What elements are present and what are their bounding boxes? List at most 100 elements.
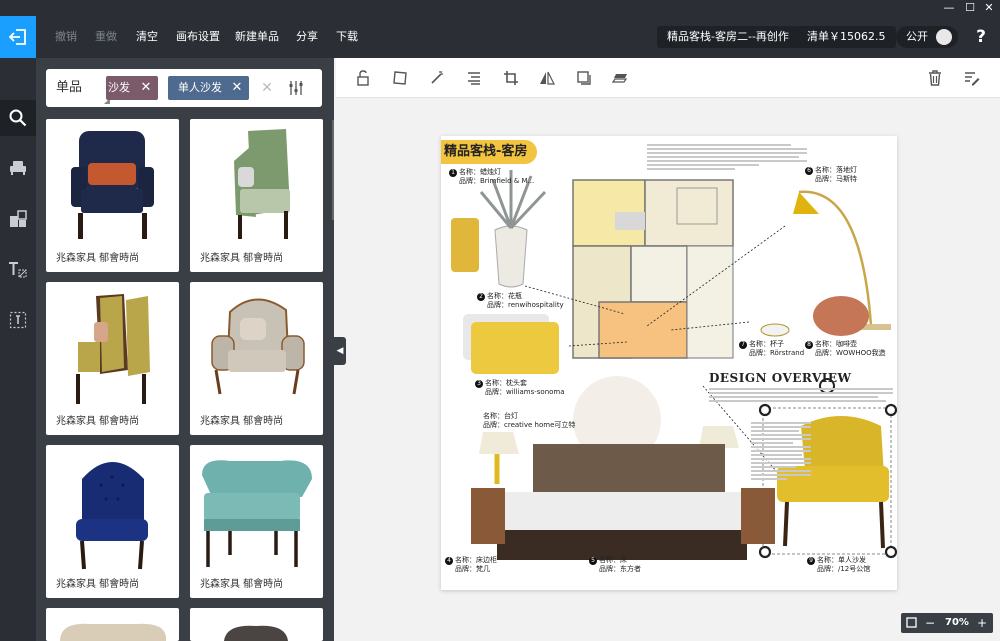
bed-headboard bbox=[533, 444, 725, 494]
zoom-level: 70% bbox=[945, 617, 969, 628]
layers-icon bbox=[612, 74, 628, 83]
product-brand: 兆森家具 郁會時尚 bbox=[200, 579, 284, 590]
sidebar-item-search[interactable] bbox=[0, 100, 36, 136]
copy-tool[interactable] bbox=[572, 66, 596, 90]
clear-button[interactable]: 清空 bbox=[136, 16, 158, 58]
material-icon bbox=[10, 210, 27, 227]
fit-screen-button[interactable] bbox=[906, 613, 918, 636]
sidebar-item-material[interactable] bbox=[0, 201, 36, 237]
nightstand-right bbox=[741, 488, 775, 544]
nightstand-left bbox=[471, 488, 505, 544]
product-card[interactable]: 兆森家具 郁會時尚 bbox=[190, 119, 323, 272]
floor-lamp bbox=[793, 192, 819, 214]
annotation-bed: 5 名称：床 品牌：东方者 bbox=[589, 556, 641, 574]
share-button[interactable]: 分享 bbox=[296, 16, 318, 58]
zoom-control: − 70% + bbox=[901, 613, 993, 633]
product-card[interactable]: 兆森家具 郁會時尚 bbox=[46, 445, 179, 598]
candle-lamp bbox=[451, 218, 479, 272]
distort-icon bbox=[393, 71, 407, 85]
close-button[interactable]: ✕ bbox=[980, 0, 998, 16]
list-total-button[interactable]: 清单￥15062.5 bbox=[797, 26, 896, 48]
annotation-kettle: 8 名称：咖啡壶 品牌：WOWHOO我造 bbox=[805, 340, 886, 358]
help-button[interactable]: ? bbox=[970, 26, 992, 48]
annotation-pillow: 3 名称：枕头套 品牌：williams-sonoma bbox=[475, 379, 565, 397]
sidebar-item-frame[interactable] bbox=[0, 302, 36, 338]
crop-tool[interactable] bbox=[499, 66, 523, 90]
armchair-thumbnail bbox=[211, 298, 305, 395]
coffee-kettle bbox=[813, 296, 869, 336]
sidebar-item-furniture[interactable] bbox=[0, 150, 36, 186]
filter-tag-single-sofa[interactable]: 单人沙发 ✕ bbox=[168, 76, 249, 100]
filter-tag-label: 沙发 bbox=[108, 81, 130, 94]
exit-button[interactable] bbox=[0, 16, 36, 58]
download-button[interactable]: 下载 bbox=[336, 16, 358, 58]
armchair-thumbnail bbox=[76, 462, 148, 570]
product-card[interactable]: 兆森家具 郁會時尚 bbox=[190, 445, 323, 598]
redo-button[interactable]: 重做 bbox=[95, 16, 117, 58]
armchair-thumbnail bbox=[76, 294, 150, 404]
design-overview-heading: DESIGN OVERVIEW bbox=[709, 371, 852, 385]
delete-tool[interactable] bbox=[923, 66, 947, 90]
public-label: 公开 bbox=[906, 30, 928, 43]
annotation-table-lamp: 名称：台灯 品牌：creative home可立特 bbox=[483, 412, 576, 429]
maximize-button[interactable]: ☐ bbox=[961, 0, 979, 16]
fit-icon bbox=[906, 617, 917, 628]
align-tool[interactable] bbox=[462, 66, 486, 90]
armchair-thumbnail bbox=[234, 129, 290, 239]
public-toggle[interactable]: 公开 bbox=[896, 26, 958, 48]
product-card[interactable] bbox=[190, 608, 323, 641]
product-brand: 兆森家具 郁會時尚 bbox=[56, 416, 140, 427]
search-icon bbox=[9, 109, 27, 127]
product-panel: 单品 沙发 ✕ 单人沙发 ✕ ✕ 兆森家具 郁會時尚 兆森家具 郁會時尚 兆森家… bbox=[36, 58, 334, 641]
filter-tag-close[interactable]: ✕ bbox=[134, 76, 158, 100]
trash-icon bbox=[929, 70, 941, 86]
clear-filters-button[interactable]: ✕ bbox=[256, 77, 278, 99]
magic-wand-icon bbox=[431, 71, 443, 84]
layer-tool[interactable] bbox=[608, 66, 632, 90]
cutout-tool[interactable] bbox=[425, 66, 449, 90]
lock-tool[interactable] bbox=[352, 66, 376, 90]
product-brand: 兆森家具 郁會時尚 bbox=[200, 416, 284, 427]
edit-list-icon bbox=[965, 72, 980, 86]
flip-tool[interactable] bbox=[535, 66, 559, 90]
armchair-icon bbox=[10, 161, 26, 175]
sidebar-item-text[interactable] bbox=[0, 252, 36, 288]
zoom-in-button[interactable]: + bbox=[977, 613, 987, 633]
armchair-thumbnail bbox=[202, 460, 312, 567]
product-brand: 兆森家具 郁會時尚 bbox=[56, 253, 140, 264]
canvas-settings-button[interactable]: 画布设置 bbox=[176, 16, 220, 58]
undo-button[interactable]: 撤销 bbox=[55, 16, 77, 58]
unlock-icon bbox=[357, 70, 369, 86]
zoom-out-button[interactable]: − bbox=[925, 613, 935, 633]
product-card[interactable]: 兆森家具 郁會時尚 bbox=[46, 119, 179, 272]
product-card[interactable]: 兆森家具 郁會時尚 bbox=[190, 282, 323, 435]
new-item-button[interactable]: 新建单品 bbox=[235, 16, 279, 58]
floor-plan bbox=[572, 179, 734, 359]
type-select[interactable]: 单品 bbox=[56, 69, 102, 107]
armchair-thumbnail bbox=[60, 623, 167, 641]
tool-sidebar bbox=[0, 58, 36, 641]
edit-list-tool[interactable] bbox=[960, 66, 984, 90]
filter-tag-close[interactable]: ✕ bbox=[225, 76, 249, 100]
annotation-armchair: 9 名称：单人沙发 品牌：/12号公馆 bbox=[807, 556, 870, 574]
design-board[interactable]: 精品客栈-客房 1 名称：蜡烛灯 品牌：Brimfield & M... 2 名… bbox=[441, 136, 897, 590]
pillow-yellow bbox=[471, 322, 559, 374]
minimize-button[interactable]: — bbox=[940, 0, 958, 16]
project-title[interactable]: 精品客栈-客房二--再创作 bbox=[657, 26, 799, 48]
filter-settings-button[interactable] bbox=[288, 80, 304, 99]
panel-scrollbar[interactable] bbox=[332, 120, 334, 220]
product-brand: 兆森家具 郁會時尚 bbox=[200, 253, 284, 264]
crop-icon bbox=[504, 71, 518, 85]
vase bbox=[494, 225, 528, 288]
filter-tag-sofa[interactable]: 沙发 ✕ bbox=[106, 76, 158, 100]
flip-icon bbox=[540, 71, 555, 85]
collapse-panel-button[interactable]: ◀ bbox=[334, 337, 346, 365]
align-icon bbox=[468, 72, 480, 85]
armchair-thumbnail bbox=[224, 625, 288, 641]
distort-tool[interactable] bbox=[388, 66, 412, 90]
product-card[interactable]: 兆森家具 郁會時尚 bbox=[46, 282, 179, 435]
product-brand: 兆森家具 郁會時尚 bbox=[56, 579, 140, 590]
annotation-floor-lamp: 6 名称：落地灯 品牌：马斯特 bbox=[805, 166, 857, 184]
bed-mattress bbox=[505, 492, 743, 530]
product-card[interactable] bbox=[46, 608, 179, 641]
